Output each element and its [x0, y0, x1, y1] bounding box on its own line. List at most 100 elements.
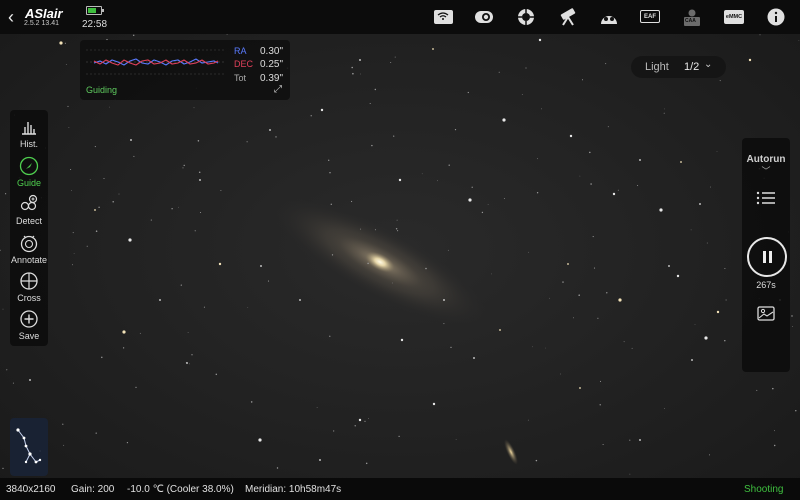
- faint-star: [132, 34, 135, 37]
- filter-wheel-icon[interactable]: [599, 8, 619, 25]
- tool-guide[interactable]: Guide: [10, 153, 48, 191]
- tool-label: Save: [18, 331, 40, 341]
- star: [359, 59, 361, 61]
- faint-star: [71, 190, 72, 191]
- faint-star: [2, 308, 4, 310]
- eaf-focuser-icon[interactable]: EAF: [640, 8, 660, 25]
- ra-value: 0.30": [260, 46, 284, 57]
- faint-star: [756, 389, 758, 391]
- wifi-icon[interactable]: [433, 8, 453, 25]
- faint-star: [694, 324, 696, 325]
- emmc-storage-icon[interactable]: eMMC: [724, 8, 744, 25]
- star: [130, 139, 132, 141]
- faint-star: [64, 42, 66, 44]
- faint-star: [710, 186, 712, 188]
- star: [567, 263, 569, 265]
- star: [122, 330, 126, 334]
- tool-save[interactable]: Save: [10, 306, 48, 344]
- faint-star: [573, 317, 575, 319]
- plan-list-icon[interactable]: [756, 190, 776, 206]
- tool-histogram[interactable]: Hist.: [10, 114, 48, 152]
- faint-star: [276, 467, 279, 469]
- faint-star: [395, 228, 398, 230]
- faint-star: [398, 435, 400, 438]
- tool-cross[interactable]: Cross: [10, 268, 48, 306]
- guide-icon: [19, 156, 39, 176]
- faint-star: [246, 141, 248, 143]
- faint-star: [220, 190, 222, 192]
- star: [639, 439, 641, 441]
- telescope-mount-icon[interactable]: [558, 7, 578, 26]
- detect-stars-icon: [20, 194, 38, 211]
- star: [748, 58, 752, 62]
- star: [499, 329, 501, 331]
- faint-star: [5, 193, 7, 195]
- faint-star: [391, 282, 393, 284]
- faint-star: [663, 112, 665, 114]
- faint-star: [103, 177, 105, 180]
- star: [502, 118, 506, 122]
- sky-map-thumbnail[interactable]: [10, 418, 48, 476]
- faint-star: [772, 387, 774, 390]
- top-toolbar: ‹ ASIair 2.5.2 13.41 22:58 EAF CAA eMMC: [0, 0, 800, 34]
- guide-scope-icon[interactable]: [516, 8, 536, 25]
- faint-star: [562, 281, 564, 283]
- star: [299, 299, 301, 301]
- faint-star: [67, 105, 69, 107]
- faint-star: [70, 168, 72, 171]
- image-gallery-icon[interactable]: [757, 306, 775, 321]
- faint-star: [359, 73, 361, 75]
- guide-graph-panel[interactable]: RA 0.30" DEC 0.25" Tot 0.39" Guiding ⤢: [80, 40, 290, 100]
- faint-star: [631, 347, 633, 349]
- faint-star: [536, 192, 539, 194]
- faint-star: [599, 404, 601, 406]
- faint-star: [535, 459, 538, 462]
- star: [218, 262, 222, 266]
- star: [569, 134, 573, 138]
- faint-star: [454, 129, 457, 131]
- pause-button[interactable]: [747, 237, 787, 277]
- faint-star: [354, 425, 356, 427]
- faint-star: [360, 228, 362, 230]
- frame-index: 1/2: [684, 61, 700, 73]
- faint-star: [73, 253, 75, 255]
- star: [473, 357, 475, 359]
- faint-star: [86, 245, 88, 247]
- faint-star: [122, 347, 125, 349]
- faint-star: [12, 382, 14, 384]
- faint-star: [191, 354, 193, 356]
- faint-star: [443, 323, 445, 325]
- faint-star: [578, 294, 580, 296]
- camera-icon[interactable]: [474, 8, 494, 25]
- faint-star: [65, 64, 67, 65]
- faint-star: [592, 236, 594, 238]
- left-toolbar: Hist. Guide Detect Annotate Cross Save: [10, 110, 48, 346]
- tool-annotate[interactable]: Annotate: [10, 230, 48, 268]
- tool-detect[interactable]: Detect: [10, 191, 48, 229]
- faint-star: [328, 159, 330, 161]
- tot-value: 0.39": [260, 73, 284, 84]
- faint-star: [150, 219, 152, 221]
- faint-star: [437, 180, 438, 182]
- faint-star: [593, 267, 596, 269]
- faint-star: [560, 373, 562, 375]
- faint-star: [189, 363, 190, 365]
- faint-star: [374, 229, 376, 231]
- star: [59, 41, 63, 45]
- info-icon[interactable]: [766, 8, 786, 25]
- faint-star: [706, 242, 708, 244]
- guiding-status: Guiding: [86, 85, 118, 95]
- chevron-down-icon[interactable]: ﹀: [742, 164, 790, 177]
- faint-star: [607, 126, 609, 128]
- expand-icon[interactable]: ⤢: [274, 84, 282, 95]
- star: [659, 208, 663, 212]
- faint-star: [664, 408, 665, 409]
- faint-star: [351, 200, 353, 203]
- caa-rotator-icon[interactable]: CAA: [682, 8, 702, 26]
- frame-type-selector[interactable]: Light 1/2 ⌄: [631, 56, 726, 78]
- faint-star: [203, 306, 205, 308]
- faint-star: [95, 432, 97, 434]
- faint-star: [6, 369, 8, 371]
- faint-star: [394, 56, 396, 58]
- back-chevron-icon[interactable]: ‹: [8, 7, 14, 28]
